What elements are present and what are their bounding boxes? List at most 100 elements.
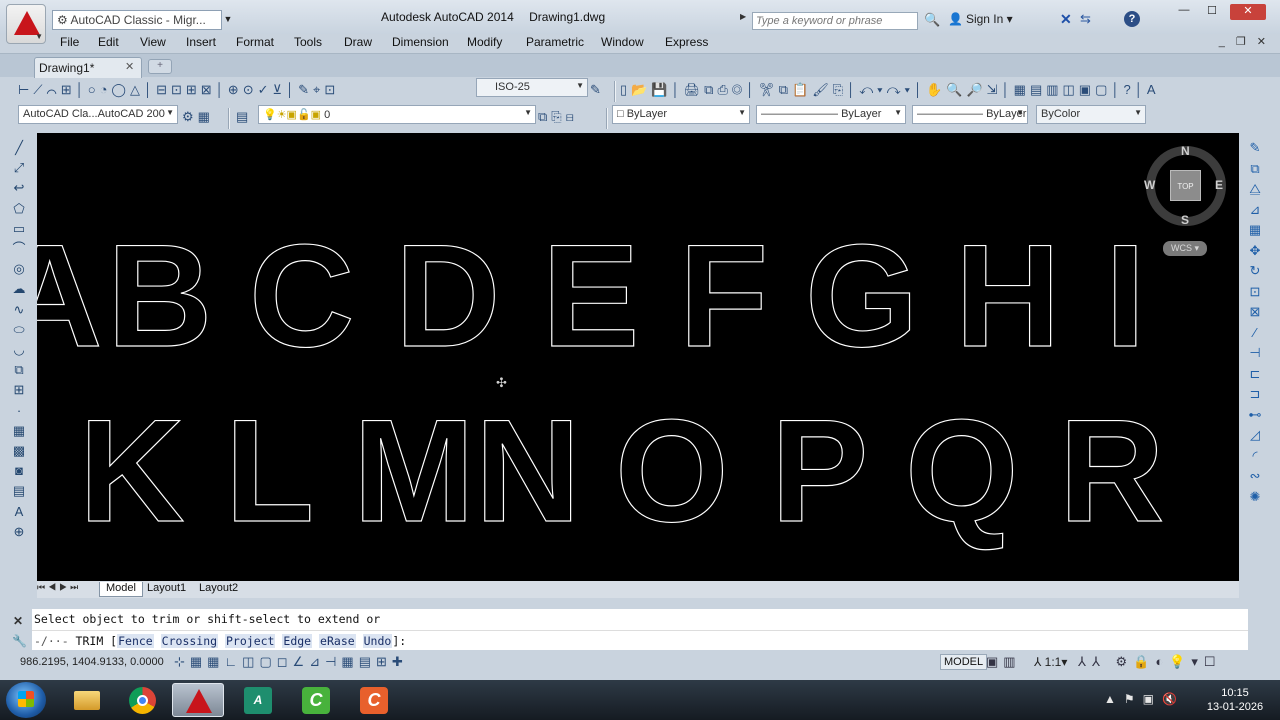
chamfer-icon[interactable]: ◿ [1244,425,1266,446]
start-button[interactable] [6,682,46,718]
menu-express[interactable]: Express [665,35,708,49]
break-at-point-icon[interactable]: ⊏ [1244,364,1266,385]
mirror-icon[interactable]: ⧋ [1244,179,1266,200]
quick-access-dropdown-icon[interactable]: ▼ [221,10,235,30]
point-icon[interactable]: · [8,401,30,421]
drawing-canvas[interactable]: ABCDEFGHIKLMNOPQR TOP N S E W WCS ▾ ✣ [37,133,1239,581]
workspace-settings-icons[interactable]: ⚙▦ [182,109,222,128]
model-space-button[interactable]: MODEL [940,654,988,670]
drawing-letter-h[interactable]: H [954,213,1061,377]
connect-icon[interactable]: ⇆ [1080,11,1091,27]
revision-cloud-icon[interactable]: ☁ [8,279,30,299]
menu-parametric[interactable]: Parametric [526,35,584,49]
drafting-toggles[interactable]: ⊹▦▦∟◫▢◻∠⊿⊣▦▤⊞✚ [174,654,408,670]
explode-icon[interactable]: ✺ [1244,487,1266,508]
taskbar-recorder[interactable]: A [232,683,284,717]
rectangle-icon[interactable]: ▭ [8,219,30,239]
exchange-apps-icon[interactable]: ✕ [1060,11,1072,28]
drawing-letter-e[interactable]: E [541,213,640,377]
menu-format[interactable]: Format [236,35,274,49]
tab-drawing1[interactable]: Drawing1* ✕ [34,57,142,78]
taskbar-autocad[interactable] [172,683,224,717]
taskbar-camtasia[interactable]: C [290,683,342,717]
viewcube-top-face[interactable]: TOP [1170,170,1201,201]
minimize-button[interactable]: — [1172,4,1196,20]
linetype-combo[interactable]: ——————— ByLayer ▼ [756,105,906,124]
tab-layout1[interactable]: Layout1 [141,582,192,597]
lineweight-combo[interactable]: —————— ByLayer ▼ [912,105,1028,124]
plotstyle-combo[interactable]: ByColor ▼ [1036,105,1146,124]
extend-icon[interactable]: ⊣ [1244,343,1266,364]
circle-icon[interactable]: ◎ [8,259,30,279]
cursor-coordinates[interactable]: 986.2195, 1404.9133, 0.0000 [20,656,164,668]
close-tab-icon[interactable]: ✕ [125,60,134,73]
drawing-letter-g[interactable]: G [804,213,919,377]
drawing-letter-a[interactable]: A [37,213,103,377]
help-icon[interactable]: ? [1124,11,1140,27]
drawing-letter-k[interactable]: K [78,388,185,552]
dimension-style-combo[interactable]: ISO-25 ▼ [476,78,588,97]
maximize-button[interactable]: ☐ [1200,4,1224,20]
tab-layout2[interactable]: Layout2 [193,582,244,597]
layout-nav-arrows[interactable]: ⏮◀▶⏭ [37,582,81,593]
compass-west[interactable]: W [1144,178,1155,192]
ellipse-arc-icon[interactable]: ◡ [8,340,30,360]
copy-icon[interactable]: ⧉ [1244,159,1266,180]
search-expand-icon[interactable]: ▶ [740,12,750,26]
document-window-controls[interactable]: _ ❐ ✕ [1219,35,1270,48]
system-tray[interactable]: ▲⚑▣🔇 [1104,692,1185,706]
arc-icon[interactable]: ⌒ [8,239,30,259]
ucs-menu[interactable]: WCS ▾ [1163,241,1207,256]
menu-edit[interactable]: Edit [98,35,119,49]
option-crossing[interactable]: Crossing [160,634,219,648]
trim-icon[interactable]: ⁄ [1244,323,1266,344]
tab-model[interactable]: Model [99,582,143,597]
sign-in-button[interactable]: 👤 Sign In ▾ [948,12,1013,26]
menu-tools[interactable]: Tools [294,35,322,49]
option-undo[interactable]: Undo [362,634,393,648]
drawing-letter-o[interactable]: O [614,388,729,552]
multiline-text-icon[interactable]: A [8,502,30,522]
menu-window[interactable]: Window [601,35,644,49]
fillet-icon[interactable]: ◜ [1244,446,1266,467]
color-combo[interactable]: □ ByLayer ▼ [612,105,750,124]
blend-curves-icon[interactable]: ∾ [1244,466,1266,487]
insert-block-icon[interactable]: ⧉ [8,360,30,380]
break-icon[interactable]: ⊐ [1244,384,1266,405]
annotation-scale[interactable]: ⅄ 1:1▾ [1034,655,1067,669]
close-window-button[interactable]: ✕ [1230,4,1266,20]
table-icon[interactable]: ▤ [8,481,30,501]
hatch-icon[interactable]: ▦ [8,421,30,441]
rotate-icon[interactable]: ↻ [1244,261,1266,282]
stretch-icon[interactable]: ⊠ [1244,302,1266,323]
menu-view[interactable]: View [140,35,166,49]
taskbar-chrome[interactable] [116,683,168,717]
drawing-letter-b[interactable]: B [106,213,213,377]
layer-tools-icons[interactable]: ⧉⎘⊟ [538,109,604,128]
make-block-icon[interactable]: ⊞ [8,380,30,400]
array-icon[interactable]: ▦ [1244,220,1266,241]
option-fence[interactable]: Fence [117,634,154,648]
add-selected-icon[interactable]: ⊕ [8,522,30,542]
drawing-letter-i[interactable]: I [1104,213,1146,377]
drawing-letter-f[interactable]: F [678,213,768,377]
gradient-icon[interactable]: ▩ [8,441,30,461]
scale-icon[interactable]: ⊡ [1244,282,1266,303]
close-icon[interactable]: ✕ [13,614,23,628]
draw-toolbar[interactable]: ╱ ⤢ ↩ ⬠ ▭ ⌒ ◎ ☁ ∿ ⬭ ◡ ⧉ ⊞ · ▦ ▩ ◙ ▤ A ⊕ [8,138,30,558]
taskbar-camtasia-studio[interactable]: C [348,683,400,717]
command-input[interactable]: -/··- TRIM [Fence Crossing Project Edge … [32,630,1248,650]
option-erase[interactable]: eRase [319,634,356,648]
workspace-mini-combo[interactable]: AutoCAD Cla...AutoCAD 200 ▼ [18,105,178,124]
search-input[interactable]: Type a keyword or phrase [752,12,918,30]
dimstyle-manager-icon[interactable]: ✎ [590,82,610,101]
drawing-letter-r[interactable]: R [1058,388,1165,552]
drawing-letter-l[interactable]: L [224,388,314,552]
application-menu-button[interactable]: ▼ [6,4,46,44]
drawing-letter-n[interactable]: N [474,388,581,552]
menu-draw[interactable]: Draw [344,35,372,49]
ellipse-icon[interactable]: ⬭ [8,320,30,340]
line-icon[interactable]: ╱ [8,138,30,158]
quick-view-icons[interactable]: ▣▥ [986,654,1021,670]
move-icon[interactable]: ✥ [1244,241,1266,262]
